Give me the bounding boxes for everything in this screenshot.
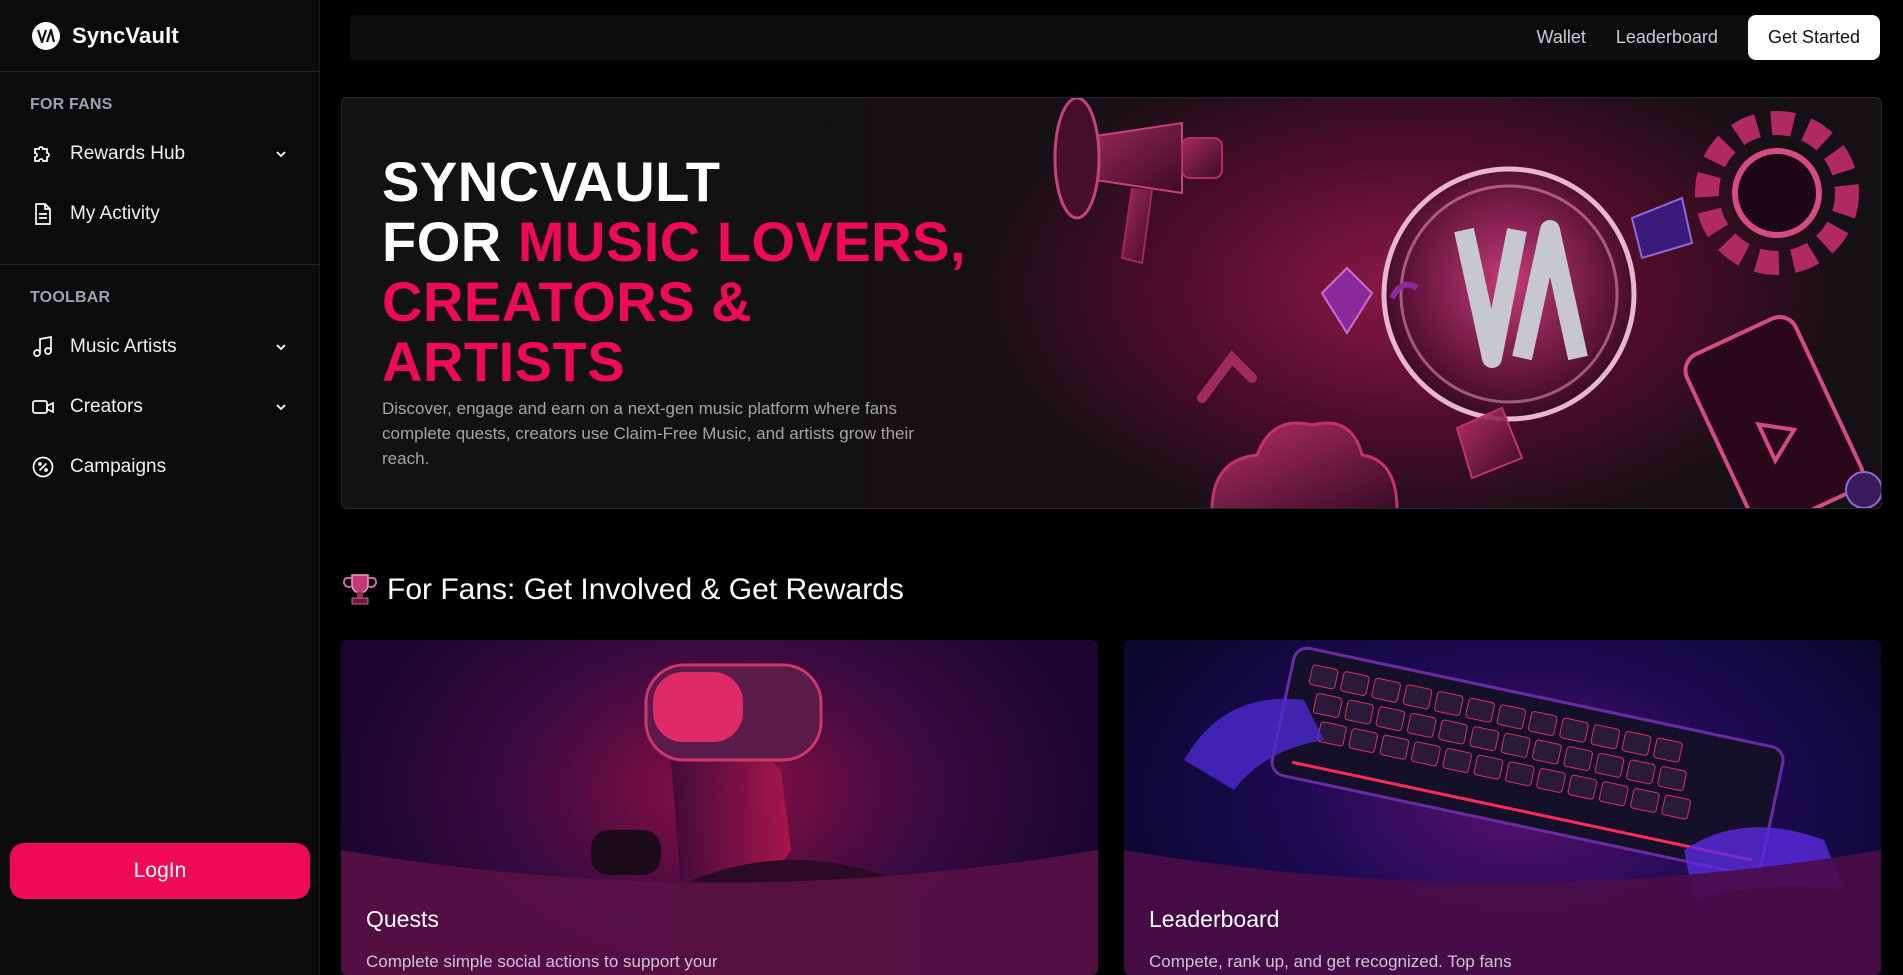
badge-percent-icon <box>30 454 56 480</box>
brand-name: SyncVault <box>72 22 179 48</box>
get-started-button[interactable]: Get Started <box>1747 15 1880 60</box>
nav-link-leaderboard[interactable]: Leaderboard <box>1616 27 1718 48</box>
document-icon <box>30 201 56 227</box>
sidebar-item-music-artists[interactable]: Music Artists <box>0 317 319 377</box>
fans-section-heading: For Fans: Get Involved & Get Rewards <box>341 570 904 610</box>
hero-title-line2-white: FOR <box>382 210 518 273</box>
video-camera-icon <box>30 394 56 420</box>
sidebar-item-campaigns[interactable]: Campaigns <box>0 437 319 497</box>
sidebar-item-label: Campaigns <box>70 456 167 477</box>
hero-illustration <box>1053 98 1881 508</box>
sidebar-item-label: Music Artists <box>70 336 177 357</box>
sidebar-item-creators[interactable]: Creators <box>0 377 319 437</box>
leaderboard-card[interactable]: Leaderboard Compete, rank up, and get re… <box>1124 640 1881 975</box>
sidebar-item-label: My Activity <box>70 203 160 224</box>
fans-section-title: For Fans: Get Involved & Get Rewards <box>387 573 904 606</box>
chevron-down-icon[interactable] <box>273 339 289 355</box>
card-title: Leaderboard <box>1149 906 1280 932</box>
hero-banner: SYNCVAULT FOR MUSIC LOVERS, CREATORS & A… <box>341 97 1882 509</box>
chevron-down-icon[interactable] <box>273 146 289 162</box>
trophy-icon <box>343 574 377 605</box>
card-curve-overlay <box>341 850 1098 975</box>
hero-title-line3: CREATORS & <box>382 270 753 333</box>
syncvault-logo-icon <box>32 21 60 50</box>
card-description: Compete, rank up, and get recognized. To… <box>1149 952 1512 971</box>
card-title: Quests <box>366 906 439 932</box>
sidebar: SyncVault FOR FANS Rewards Hub My Activi… <box>0 0 320 975</box>
quests-card[interactable]: Quests Complete simple social actions to… <box>341 640 1098 975</box>
sidebar-item-my-activity[interactable]: My Activity <box>0 184 319 244</box>
sidebar-item-label: Creators <box>70 396 143 417</box>
card-description: Complete simple social actions to suppor… <box>366 952 718 971</box>
music-note-icon <box>30 334 56 360</box>
nav-link-wallet[interactable]: Wallet <box>1537 27 1586 48</box>
sidebar-item-label: Rewards Hub <box>70 143 186 164</box>
hero-title-line4: ARTISTS <box>382 330 626 393</box>
section-label-for-fans: FOR FANS <box>30 96 113 113</box>
hero-title-line2-pink: MUSIC LOVERS, <box>517 210 967 273</box>
section-label-toolbar: TOOLBAR <box>30 289 111 306</box>
top-navigation: Wallet Leaderboard Get Started <box>350 15 1880 60</box>
hero-title-line1: SYNCVAULT <box>382 150 721 213</box>
hero-title: SYNCVAULT FOR MUSIC LOVERS, CREATORS & A… <box>382 152 966 392</box>
chevron-down-icon[interactable] <box>273 399 289 415</box>
brand[interactable]: SyncVault <box>0 0 319 72</box>
login-button[interactable]: LogIn <box>10 843 310 899</box>
sidebar-item-rewards-hub[interactable]: Rewards Hub <box>0 124 319 184</box>
hero-description: Discover, engage and earn on a next-gen … <box>382 399 914 468</box>
puzzle-icon <box>30 141 56 167</box>
